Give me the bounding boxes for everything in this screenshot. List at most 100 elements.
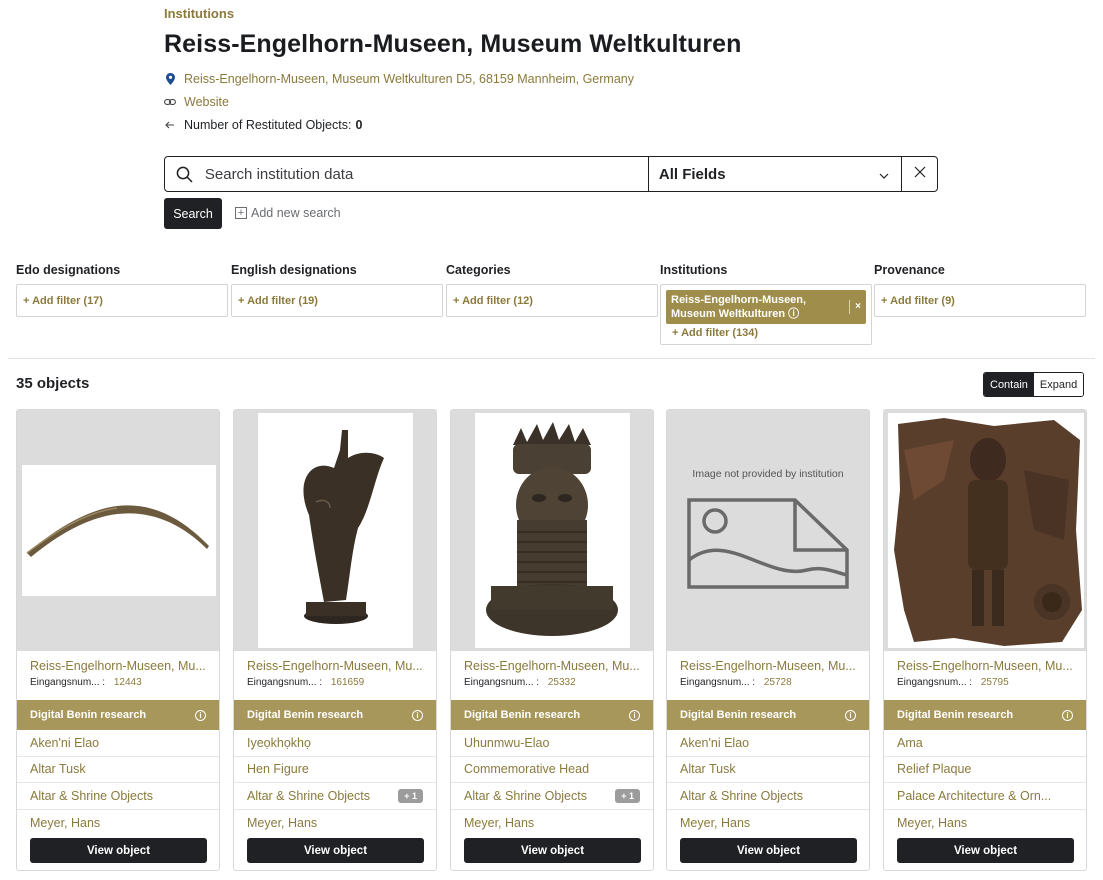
category[interactable]: Altar & Shrine Objects: [667, 783, 869, 810]
view-toggle: Contain Expand: [983, 372, 1085, 397]
add-filter-provenance[interactable]: + Add filter (9): [874, 284, 1086, 317]
filter-institutions: Institutions Reiss-Engelhorn-Museen, Mus…: [660, 263, 872, 345]
inventory-label: Eingangsnum...: [680, 677, 750, 688]
research-label: Digital Benin research: [247, 709, 364, 721]
category-text: Altar & Shrine Objects: [680, 788, 803, 803]
website-line: Website: [164, 94, 944, 109]
provenance-text: Meyer, Hans: [30, 815, 101, 830]
research-bar: Digital Benin research i: [667, 700, 869, 730]
divider: [8, 358, 1095, 359]
category[interactable]: Altar & Shrine Objects: [17, 783, 219, 810]
object-card: Reiss-Engelhorn-Museen, Mu... Eingangsnu…: [450, 409, 654, 871]
object-card: Reiss-Engelhorn-Museen, Mu... Eingangsnu…: [883, 409, 1087, 871]
category-text: Altar & Shrine Objects: [464, 788, 587, 803]
search-icon: [165, 157, 205, 191]
object-image[interactable]: [17, 410, 219, 651]
category[interactable]: Altar & Shrine Objects + 1: [234, 783, 436, 810]
filter-english: English designations + Add filter (19): [231, 263, 443, 317]
expand-toggle[interactable]: Expand: [1033, 373, 1084, 396]
institution-link[interactable]: Reiss-Engelhorn-Museen, Mu...: [17, 651, 219, 676]
research-bar: Digital Benin research i: [451, 700, 653, 730]
info-icon[interactable]: i: [845, 709, 856, 721]
add-filter-categories[interactable]: + Add filter (12): [446, 284, 658, 317]
institution-link[interactable]: Reiss-Engelhorn-Museen, Mu...: [884, 651, 1086, 676]
edo-designation[interactable]: Aken'ni Elao: [667, 730, 869, 757]
info-icon[interactable]: i: [195, 709, 206, 721]
inventory-value: 25332: [547, 677, 576, 688]
remove-filter-icon[interactable]: ×: [849, 300, 861, 314]
field-select[interactable]: All Fields: [647, 157, 901, 191]
edo-designation[interactable]: Aken'ni Elao: [17, 730, 219, 757]
research-label: Digital Benin research: [897, 709, 1014, 721]
provenance[interactable]: Meyer, Hans: [17, 810, 219, 837]
more-categories-badge[interactable]: + 1: [615, 788, 640, 803]
english-designation-text: Altar Tusk: [30, 762, 86, 777]
provenance[interactable]: Meyer, Hans: [234, 810, 436, 837]
more-categories-badge[interactable]: + 1: [398, 788, 423, 803]
view-object-button[interactable]: View object: [247, 838, 424, 863]
filter-title: Edo designations: [16, 263, 121, 277]
english-designation[interactable]: Relief Plaque: [884, 757, 1086, 783]
inventory-value: 12443: [113, 677, 142, 688]
view-object-button[interactable]: View object: [30, 838, 207, 863]
edo-designation[interactable]: Iyeọkhọkhọ: [234, 730, 436, 757]
object-image[interactable]: [884, 410, 1086, 651]
inventory-label: Eingangsnum...: [897, 677, 967, 688]
info-icon[interactable]: i: [412, 709, 423, 721]
category-text: Altar & Shrine Objects: [30, 788, 153, 803]
provenance-text: Meyer, Hans: [247, 815, 318, 830]
research-label: Digital Benin research: [464, 709, 581, 721]
add-filter-english[interactable]: + Add filter (19): [231, 284, 443, 317]
active-filter-chip[interactable]: Reiss-Engelhorn-Museen, Museum Weltkultu…: [666, 290, 866, 324]
research-label: Digital Benin research: [680, 709, 797, 721]
inventory-line: Eingangsnum... : 25795: [897, 677, 1009, 688]
institution-link[interactable]: Reiss-Engelhorn-Museen, Mu...: [451, 651, 653, 676]
object-card: Reiss-Engelhorn-Museen, Mu... Eingangsnu…: [233, 409, 437, 871]
view-object-button[interactable]: View object: [680, 838, 857, 863]
contain-toggle[interactable]: Contain: [984, 373, 1034, 396]
english-designation[interactable]: Commemorative Head: [451, 757, 653, 783]
edo-designation[interactable]: Ama: [884, 730, 1086, 757]
category[interactable]: Altar & Shrine Objects + 1: [451, 783, 653, 810]
provenance-text: Meyer, Hans: [464, 815, 535, 830]
add-new-search-link[interactable]: + Add new search: [235, 206, 341, 220]
edo-designation-text: Aken'ni Elao: [680, 735, 750, 750]
provenance[interactable]: Meyer, Hans: [884, 810, 1086, 837]
category[interactable]: Palace Architecture & Orn...: [884, 783, 1086, 810]
add-filter-edo[interactable]: + Add filter (17): [16, 284, 228, 317]
inventory-line: Eingangsnum... : 25728: [680, 677, 792, 688]
website-link[interactable]: Website: [184, 95, 229, 109]
info-icon[interactable]: i: [1062, 709, 1073, 721]
inventory-label: Eingangsnum...: [30, 677, 100, 688]
plus-square-icon: +: [235, 207, 247, 219]
institutions-filter-box: Reiss-Engelhorn-Museen, Museum Weltkultu…: [660, 284, 872, 345]
clear-search-button[interactable]: [901, 157, 937, 191]
add-filter-institutions[interactable]: + Add filter (134): [666, 327, 866, 339]
view-object-button[interactable]: View object: [464, 838, 641, 863]
institution-link[interactable]: Reiss-Engelhorn-Museen, Mu...: [234, 651, 436, 676]
search-input[interactable]: [204, 157, 648, 191]
english-designation[interactable]: Hen Figure: [234, 757, 436, 783]
restituted-count: 0: [355, 117, 363, 132]
restituted-line: Number of Restituted Objects: 0: [164, 117, 944, 132]
search-button[interactable]: Search: [164, 198, 222, 229]
filter-title: Institutions: [660, 263, 728, 277]
object-image[interactable]: Image not provided by institution: [667, 410, 869, 651]
page-title: Reiss-Engelhorn-Museen, Museum Weltkultu…: [164, 30, 742, 58]
edo-designation-text: Aken'ni Elao: [30, 735, 100, 750]
institution-header: Institutions Reiss-Engelhorn-Museen, Mus…: [164, 6, 944, 132]
breadcrumb[interactable]: Institutions: [164, 6, 944, 22]
object-image[interactable]: [451, 410, 653, 651]
address-text[interactable]: Reiss-Engelhorn-Museen, Museum Weltkultu…: [184, 72, 634, 86]
english-designation[interactable]: Altar Tusk: [17, 757, 219, 783]
info-icon[interactable]: i: [629, 709, 640, 721]
institution-link[interactable]: Reiss-Engelhorn-Museen, Mu...: [667, 651, 869, 676]
view-object-button[interactable]: View object: [897, 838, 1074, 863]
english-designation[interactable]: Altar Tusk: [667, 757, 869, 783]
object-image[interactable]: [234, 410, 436, 651]
provenance[interactable]: Meyer, Hans: [667, 810, 869, 837]
provenance-text: Meyer, Hans: [680, 815, 751, 830]
edo-designation[interactable]: Uhunmwu-Elao: [451, 730, 653, 757]
filter-categories: Categories + Add filter (12): [446, 263, 658, 317]
provenance[interactable]: Meyer, Hans: [451, 810, 653, 837]
